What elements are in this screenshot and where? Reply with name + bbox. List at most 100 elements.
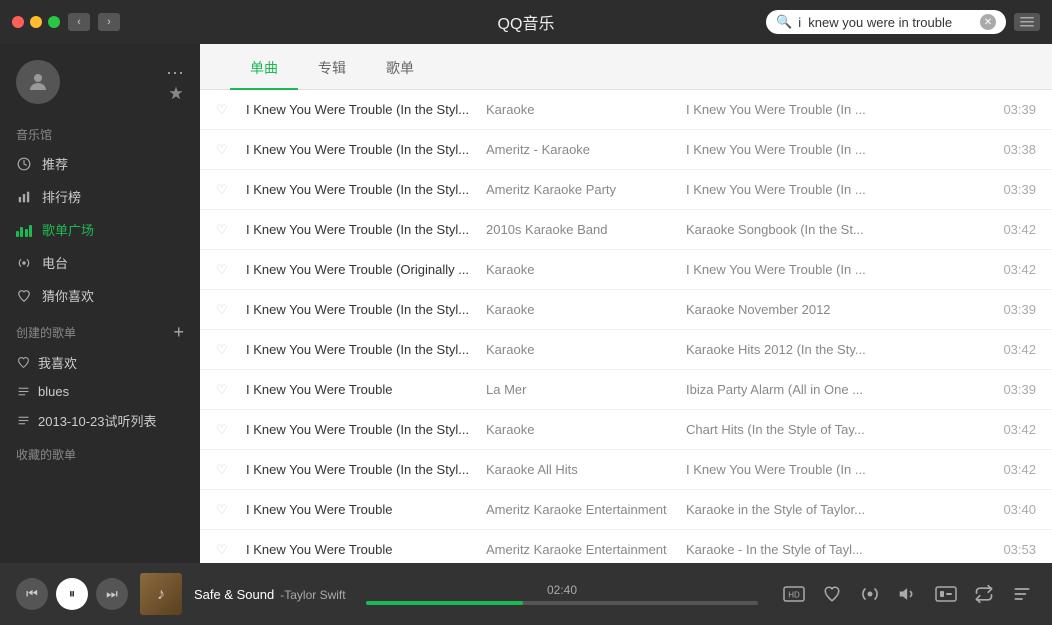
track-artist: -Taylor Swift — [280, 588, 345, 602]
heart-icon-7[interactable]: ♡ — [216, 382, 246, 398]
playlist-square-icon — [16, 222, 32, 238]
playlist-label-blues: blues — [38, 384, 69, 399]
song-row[interactable]: ♡ I Knew You Were Trouble Ameritz Karaok… — [200, 490, 1052, 530]
song-album-3: Karaoke Songbook (In the St... — [686, 222, 966, 237]
song-title-0: I Knew You Were Trouble (In the Styl... — [246, 102, 486, 117]
maximize-button[interactable] — [48, 16, 60, 28]
song-row[interactable]: ♡ I Knew You Were Trouble (In the Styl..… — [200, 450, 1052, 490]
next-button[interactable]: ⏭ — [96, 578, 128, 610]
hd-button[interactable]: HD — [780, 580, 808, 608]
prev-button[interactable]: ⏮ — [16, 578, 48, 610]
sidebar-playlist-2013[interactable]: 2013-10-23试听列表 — [0, 405, 200, 436]
song-row[interactable]: ♡ I Knew You Were Trouble (Originally ..… — [200, 250, 1052, 290]
tabs-bar: 单曲 专辑 歌单 — [200, 44, 1052, 90]
sidebar-item-playlist-square[interactable]: 歌单广场 — [0, 213, 200, 246]
tab-albums[interactable]: 专辑 — [298, 44, 366, 90]
song-row[interactable]: ♡ I Knew You Were Trouble Ameritz Karaok… — [200, 530, 1052, 563]
heart-icon-11[interactable]: ♡ — [216, 542, 246, 558]
avatar[interactable] — [16, 60, 60, 104]
add-playlist-button[interactable]: + — [173, 322, 184, 343]
progress-fill — [366, 601, 523, 605]
sidebar-section-created-label: 创建的歌单 — [16, 324, 76, 341]
song-row[interactable]: ♡ I Knew You Were Trouble (In the Styl..… — [200, 130, 1052, 170]
song-title-2: I Knew You Were Trouble (In the Styl... — [246, 182, 486, 197]
song-artist-6: Karaoke — [486, 342, 686, 357]
song-duration-7: 03:39 — [966, 382, 1036, 397]
recommend-icon — [16, 156, 32, 172]
song-title-9: I Knew You Were Trouble (In the Styl... — [246, 462, 486, 477]
sidebar-item-playlist-label: 歌单广场 — [42, 220, 94, 239]
pause-button[interactable]: ⏸ — [56, 578, 88, 610]
song-row[interactable]: ♡ I Knew You Were Trouble La Mer Ibiza P… — [200, 370, 1052, 410]
playlist-heart-icon — [16, 356, 30, 370]
song-title-10: I Knew You Were Trouble — [246, 502, 486, 517]
search-clear-button[interactable]: ✕ — [980, 14, 996, 30]
heart-icon — [16, 288, 32, 304]
sidebar-icons: ··· — [166, 63, 184, 101]
song-duration-9: 03:42 — [966, 462, 1036, 477]
sidebar-section-created-header: 创建的歌单 + — [0, 312, 200, 347]
sidebar-item-chart[interactable]: 排行榜 — [0, 180, 200, 213]
more-options-button[interactable]: ··· — [166, 63, 184, 81]
like-button[interactable] — [818, 580, 846, 608]
player-right-controls: HD — [780, 580, 1036, 608]
back-button[interactable]: ‹ — [68, 13, 90, 31]
sidebar-playlist-woxihuan[interactable]: 我喜欢 — [0, 347, 200, 378]
heart-icon-2[interactable]: ♡ — [216, 182, 246, 198]
search-input[interactable] — [798, 15, 974, 30]
repeat-button[interactable] — [970, 580, 998, 608]
sidebar-playlist-blues[interactable]: blues — [0, 378, 200, 405]
song-row[interactable]: ♡ I Knew You Were Trouble (In the Styl..… — [200, 90, 1052, 130]
svg-text:HD: HD — [788, 591, 800, 600]
playlist-queue-button[interactable] — [1008, 580, 1036, 608]
heart-icon-10[interactable]: ♡ — [216, 502, 246, 518]
radio-icon — [16, 255, 32, 271]
sidebar-item-radio-label: 电台 — [42, 253, 68, 272]
sidebar-item-recommend[interactable]: 推荐 — [0, 147, 200, 180]
queue-button[interactable] — [932, 580, 960, 608]
window-control-button[interactable] — [1014, 13, 1040, 31]
song-artist-8: Karaoke — [486, 422, 686, 437]
heart-icon-0[interactable]: ♡ — [216, 102, 246, 118]
sidebar-top: ··· — [0, 44, 200, 116]
song-album-4: I Knew You Were Trouble (In ... — [686, 262, 966, 277]
sidebar-item-discover[interactable]: 猜你喜欢 — [0, 279, 200, 312]
song-duration-8: 03:42 — [966, 422, 1036, 437]
song-duration-11: 03:53 — [966, 542, 1036, 557]
heart-icon-3[interactable]: ♡ — [216, 222, 246, 238]
close-button[interactable] — [12, 16, 24, 28]
heart-icon-9[interactable]: ♡ — [216, 462, 246, 478]
volume-button[interactable] — [894, 580, 922, 608]
song-list: ♡ I Knew You Were Trouble (In the Styl..… — [200, 90, 1052, 563]
song-title-5: I Knew You Were Trouble (In the Styl... — [246, 302, 486, 317]
search-icon: 🔍 — [776, 14, 792, 30]
tab-playlists[interactable]: 歌单 — [366, 44, 434, 90]
heart-icon-5[interactable]: ♡ — [216, 302, 246, 318]
song-row[interactable]: ♡ I Knew You Were Trouble (In the Styl..… — [200, 410, 1052, 450]
song-artist-3: 2010s Karaoke Band — [486, 222, 686, 237]
heart-icon-8[interactable]: ♡ — [216, 422, 246, 438]
sidebar-item-recommend-label: 推荐 — [42, 154, 68, 173]
heart-icon-1[interactable]: ♡ — [216, 142, 246, 158]
song-artist-2: Ameritz Karaoke Party — [486, 182, 686, 197]
time-display: 02:40 — [547, 583, 577, 597]
sidebar-item-discover-label: 猜你喜欢 — [42, 286, 94, 305]
minimize-button[interactable] — [30, 16, 42, 28]
song-duration-1: 03:38 — [966, 142, 1036, 157]
song-artist-9: Karaoke All Hits — [486, 462, 686, 477]
tab-singles[interactable]: 单曲 — [230, 44, 298, 90]
heart-icon-6[interactable]: ♡ — [216, 342, 246, 358]
heart-icon-4[interactable]: ♡ — [216, 262, 246, 278]
song-row[interactable]: ♡ I Knew You Were Trouble (In the Styl..… — [200, 290, 1052, 330]
search-box[interactable]: 🔍 ✕ — [766, 10, 1006, 34]
song-row[interactable]: ♡ I Knew You Were Trouble (In the Styl..… — [200, 210, 1052, 250]
radio-player-button[interactable] — [856, 580, 884, 608]
forward-button[interactable]: › — [98, 13, 120, 31]
sidebar-item-radio[interactable]: 电台 — [0, 246, 200, 279]
song-album-2: I Knew You Were Trouble (In ... — [686, 182, 966, 197]
song-title-7: I Knew You Were Trouble — [246, 382, 486, 397]
song-row[interactable]: ♡ I Knew You Were Trouble (In the Styl..… — [200, 170, 1052, 210]
song-row[interactable]: ♡ I Knew You Were Trouble (In the Styl..… — [200, 330, 1052, 370]
song-artist-5: Karaoke — [486, 302, 686, 317]
progress-bar[interactable] — [366, 601, 758, 605]
